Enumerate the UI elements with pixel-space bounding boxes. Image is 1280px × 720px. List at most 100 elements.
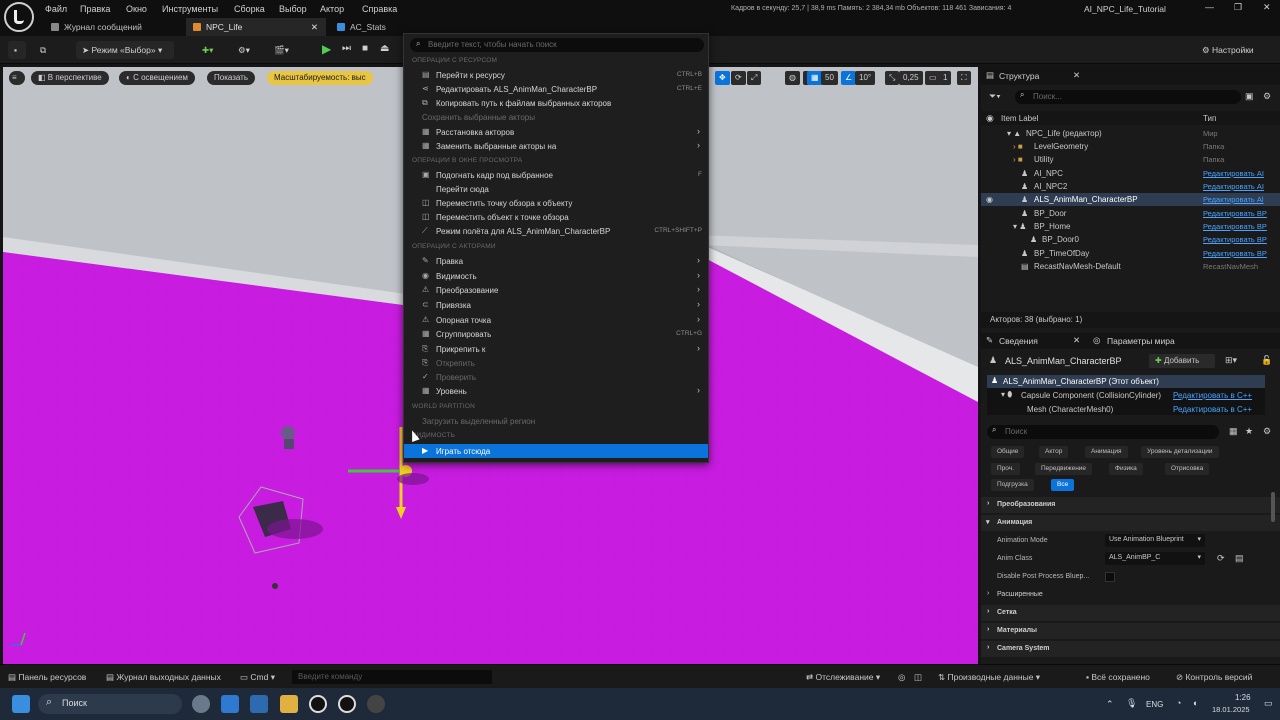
maximize-viewport-icon[interactable]: ⛶: [957, 71, 971, 85]
volume-icon[interactable]: ◖: [1192, 698, 1197, 708]
scale-icon[interactable]: ⤢: [747, 71, 762, 85]
outliner-row[interactable]: ▤ RecastNavMesh-Default RecastNavMesh: [981, 260, 1280, 273]
explorer-app-icon[interactable]: [280, 695, 298, 713]
menu-item-replace-actors[interactable]: ▦ Заменить выбранные акторы на ›: [404, 139, 708, 153]
col-item-label[interactable]: Item Label: [1001, 114, 1038, 123]
angle-snap-value[interactable]: 10°: [855, 71, 876, 85]
translate-icon[interactable]: ✥: [715, 71, 730, 85]
menu-item-pilot-actor[interactable]: ⟋ Режим полёта для ALS_AnimMan_CharacterB…: [404, 224, 708, 238]
trace-icon[interactable]: ◎: [898, 672, 905, 683]
blueprint-menu-icon[interactable]: ⚙▾: [232, 41, 258, 59]
menu-select[interactable]: Выбор: [279, 4, 307, 14]
output-log-button[interactable]: ▤ Журнал выходных данных: [106, 672, 221, 683]
filter-lod[interactable]: Уровень детализации: [1141, 446, 1219, 458]
menu-item-go-here[interactable]: Перейти сюда: [404, 182, 708, 196]
minimize-icon[interactable]: —: [1205, 2, 1214, 12]
outliner-filter-icon[interactable]: ⏷▾: [989, 91, 1001, 102]
chrome-app-icon[interactable]: [367, 695, 385, 713]
play-icon[interactable]: ▶: [320, 41, 338, 59]
language-indicator[interactable]: ENG: [1146, 700, 1163, 709]
notification-icon[interactable]: ▭: [1264, 698, 1273, 709]
row-type-link[interactable]: Редактировать Al: [1203, 195, 1264, 204]
favorite-icon[interactable]: ★: [1245, 426, 1253, 437]
filter-movement[interactable]: Передвижение: [1035, 463, 1093, 475]
outliner-row[interactable]: › ■ Utility Папка: [981, 153, 1280, 166]
tab-npc-life[interactable]: NPC_Life ✕: [186, 18, 326, 36]
outliner-row[interactable]: ▾ ♟ BP_Home Редактировать BP: [981, 220, 1280, 233]
filter-animation[interactable]: Анимация: [1085, 446, 1128, 458]
tab-details[interactable]: Сведения: [999, 336, 1038, 346]
scale-snap-icon[interactable]: ⤡: [885, 71, 900, 85]
menu-item-play-from-here[interactable]: ▶ Играть отсюда: [404, 444, 708, 458]
angle-snap-icon[interactable]: ∠: [841, 71, 857, 85]
edit-in-cpp-link[interactable]: Редактировать в C++: [1173, 405, 1252, 414]
menu-item-snapping[interactable]: ⊂ Привязка ›: [404, 298, 708, 312]
outliner-search-input[interactable]: ⌕ Поиск...: [1015, 90, 1241, 104]
clock-time[interactable]: 1:26: [1235, 693, 1251, 702]
step-icon[interactable]: ⏭: [340, 41, 358, 59]
component-root-row[interactable]: ♟ ALS_AnimMan_CharacterBP (Этот объект): [987, 375, 1265, 388]
tab-world-settings[interactable]: Параметры мира: [1107, 336, 1175, 346]
outliner-row[interactable]: ♟ AI_NPC Редактировать AI: [981, 167, 1280, 180]
row-type-link[interactable]: Редактировать BP: [1203, 249, 1267, 258]
wifi-icon[interactable]: ◔: [1176, 698, 1181, 708]
settings-button[interactable]: ⚙ Настройки: [1196, 41, 1276, 59]
row-type-link[interactable]: Редактировать BP: [1203, 222, 1267, 231]
component-row[interactable]: Mesh (CharacterMesh0) Редактировать в C+…: [987, 403, 1265, 415]
category-advanced[interactable]: › Расширенные: [981, 587, 1280, 603]
grid-snap-value[interactable]: 50: [821, 71, 838, 85]
scalability-warning[interactable]: Масштабируемость: выс: [267, 71, 373, 85]
details-settings-icon[interactable]: ⚙: [1263, 426, 1271, 437]
taskbar-search[interactable]: ⌕ Поиск: [38, 694, 182, 714]
tray-chevron-icon[interactable]: ⌃: [1106, 699, 1114, 710]
menu-item-edit[interactable]: ✎ Правка ›: [404, 254, 708, 268]
category-materials[interactable]: › Материалы: [981, 623, 1280, 639]
category-transform[interactable]: › Преобразования: [981, 497, 1280, 513]
save-icon[interactable]: ▪: [8, 41, 26, 59]
row-type-link[interactable]: Редактировать BP: [1203, 235, 1267, 244]
menu-item-edit-blueprint[interactable]: ⋖ Редактировать ALS_AnimMan_CharacterBP CT…: [404, 82, 708, 96]
outliner-row[interactable]: ♟ BP_Door Редактировать BP: [981, 207, 1280, 220]
edit-in-cpp-link[interactable]: Редактировать в C++: [1173, 391, 1252, 400]
component-row[interactable]: ▾ ⬮ Capsule Component (CollisionCylinder…: [987, 389, 1265, 402]
show-button[interactable]: Показать: [207, 71, 256, 85]
menu-item-snap-object-to-view[interactable]: ◫ Переместить объект к точке обзора: [404, 210, 708, 224]
details-scrollbar[interactable]: [1271, 492, 1275, 522]
derived-data-button[interactable]: ⇅ Производные данные ▾: [938, 672, 1040, 683]
menu-item-level[interactable]: ▦ Уровень ›: [404, 384, 708, 398]
anim-mode-dropdown[interactable]: Use Animation Blueprint ▾: [1105, 534, 1205, 547]
context-search-input[interactable]: ⌕ Введите текст, чтобы начать поиск: [410, 38, 704, 52]
lock-icon[interactable]: 🔓: [1261, 355, 1272, 366]
windows-start-icon[interactable]: [12, 695, 30, 713]
visibility-col-icon[interactable]: ◉: [986, 113, 994, 124]
category-mesh[interactable]: › Сетка: [981, 605, 1280, 621]
filter-streaming[interactable]: Подгрузка: [991, 479, 1034, 491]
disable-post-checkbox[interactable]: [1105, 572, 1115, 582]
row-type-link[interactable]: Редактировать AI: [1203, 169, 1264, 178]
mode-select-dropdown[interactable]: ➤ Режим «Выбор» ▾: [76, 41, 174, 59]
eject-icon[interactable]: ⏏: [378, 41, 396, 59]
details-search-input[interactable]: ⌕ Поиск: [987, 425, 1219, 439]
details-close-icon[interactable]: ✕: [1073, 335, 1080, 346]
menu-file[interactable]: Файл: [45, 4, 67, 14]
tab-close-icon[interactable]: ✕: [311, 22, 318, 33]
scale-snap-value[interactable]: 0,25: [899, 71, 923, 85]
browse-icon[interactable]: ⧉: [34, 41, 56, 59]
filter-misc[interactable]: Проч.: [991, 463, 1020, 475]
add-component-button[interactable]: ✚ Добавить: [1149, 354, 1215, 368]
menu-window[interactable]: Окно: [126, 4, 147, 14]
outliner-row-selected[interactable]: ◉ ♟ ALS_AnimMan_CharacterBP Редактировать A…: [981, 193, 1280, 206]
menu-item-transform[interactable]: ⚠ Преобразование ›: [404, 283, 708, 297]
menu-item-browse-to-asset[interactable]: ▤ Перейти к ресурсу CTRL+B: [404, 68, 708, 82]
menu-build[interactable]: Сборка: [234, 4, 265, 14]
stop-icon[interactable]: ■: [360, 41, 376, 59]
menu-help[interactable]: Справка: [362, 4, 397, 14]
add-actor-icon[interactable]: ✚▾: [196, 41, 222, 59]
filter-actor[interactable]: Актор: [1039, 446, 1069, 458]
menu-edit[interactable]: Правка: [80, 4, 110, 14]
col-type[interactable]: Тип: [1203, 114, 1216, 123]
world-local-icon[interactable]: ◍: [785, 71, 800, 85]
row-type-link[interactable]: Редактировать AI: [1203, 182, 1264, 191]
content-drawer-button[interactable]: ▤ Панель ресурсов: [8, 672, 86, 683]
unreal-app-icon[interactable]: [309, 695, 327, 713]
